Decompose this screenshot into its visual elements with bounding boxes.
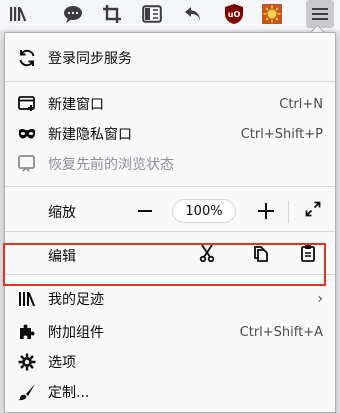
- zoom-out-button[interactable]: [131, 197, 159, 225]
- sync-icon: [18, 49, 36, 67]
- restore-session-label: 恢复先前的浏览状态: [48, 157, 174, 173]
- private-mask-icon: [18, 125, 36, 143]
- sync-label: 登录同步服务: [48, 51, 132, 67]
- options-label: 选项: [48, 355, 76, 371]
- menu-item-new-window[interactable]: 新建窗口 Ctrl+N: [5, 89, 335, 119]
- reader-view-icon[interactable]: [138, 0, 166, 28]
- puzzle-icon: [18, 323, 36, 341]
- chat-icon[interactable]: [59, 0, 87, 28]
- customize-label: 定制...: [48, 385, 90, 401]
- private-window-label: 新建隐私窗口: [48, 127, 132, 143]
- library-label: 我的足迹: [48, 292, 104, 308]
- ublock-icon[interactable]: uO: [220, 0, 248, 28]
- browser-toolbar: uO: [0, 0, 340, 30]
- zoom-reset-button[interactable]: 100%: [172, 199, 236, 223]
- menu-separator: [5, 231, 335, 232]
- restore-icon: [18, 155, 36, 173]
- library-icon: [18, 290, 36, 308]
- zoom-controls: 缩放 100%: [5, 193, 335, 229]
- paintbrush-icon: [18, 383, 36, 401]
- addons-label: 附加组件: [48, 325, 104, 341]
- svg-text:uO: uO: [228, 10, 241, 19]
- crop-icon[interactable]: [98, 0, 126, 28]
- addons-shortcut: Ctrl+Shift+A: [239, 324, 323, 340]
- menu-separator: [5, 186, 335, 187]
- menu-item-restore-session[interactable]: 恢复先前的浏览状态: [5, 149, 335, 179]
- library-icon[interactable]: [4, 0, 32, 28]
- app-menu-panel: 登录同步服务 新建窗口 Ctrl+N 新建隐私窗口 Ctrl+Shift+P 恢…: [4, 32, 336, 413]
- menu-item-sync[interactable]: 登录同步服务: [5, 43, 335, 73]
- menu-item-addons[interactable]: 附加组件 Ctrl+Shift+A: [5, 317, 335, 347]
- menu-separator: [5, 81, 335, 82]
- new-window-shortcut: Ctrl+N: [279, 96, 323, 112]
- back-arrow-icon[interactable]: [179, 0, 207, 28]
- settings-sun-icon[interactable]: [258, 0, 286, 28]
- library-highlight-box: [3, 243, 326, 286]
- zoom-in-button[interactable]: [252, 197, 280, 225]
- menu-item-customize[interactable]: 定制...: [5, 377, 335, 407]
- menu-item-library[interactable]: 我的足迹 ›: [5, 284, 335, 314]
- chevron-right-icon: ›: [317, 291, 323, 307]
- fullscreen-icon: [305, 201, 321, 221]
- zoom-label: 缩放: [48, 205, 76, 221]
- new-window-icon: [18, 95, 36, 113]
- gear-icon: [18, 353, 36, 371]
- menu-item-private-window[interactable]: 新建隐私窗口 Ctrl+Shift+P: [5, 119, 335, 149]
- new-window-label: 新建窗口: [48, 97, 104, 113]
- menu-item-options[interactable]: 选项: [5, 347, 335, 377]
- zoom-divider: [288, 201, 289, 223]
- zoom-value: 100%: [185, 203, 223, 219]
- fullscreen-button[interactable]: [299, 197, 327, 225]
- private-window-shortcut: Ctrl+Shift+P: [240, 126, 323, 142]
- hamburger-menu-icon[interactable]: [306, 0, 334, 28]
